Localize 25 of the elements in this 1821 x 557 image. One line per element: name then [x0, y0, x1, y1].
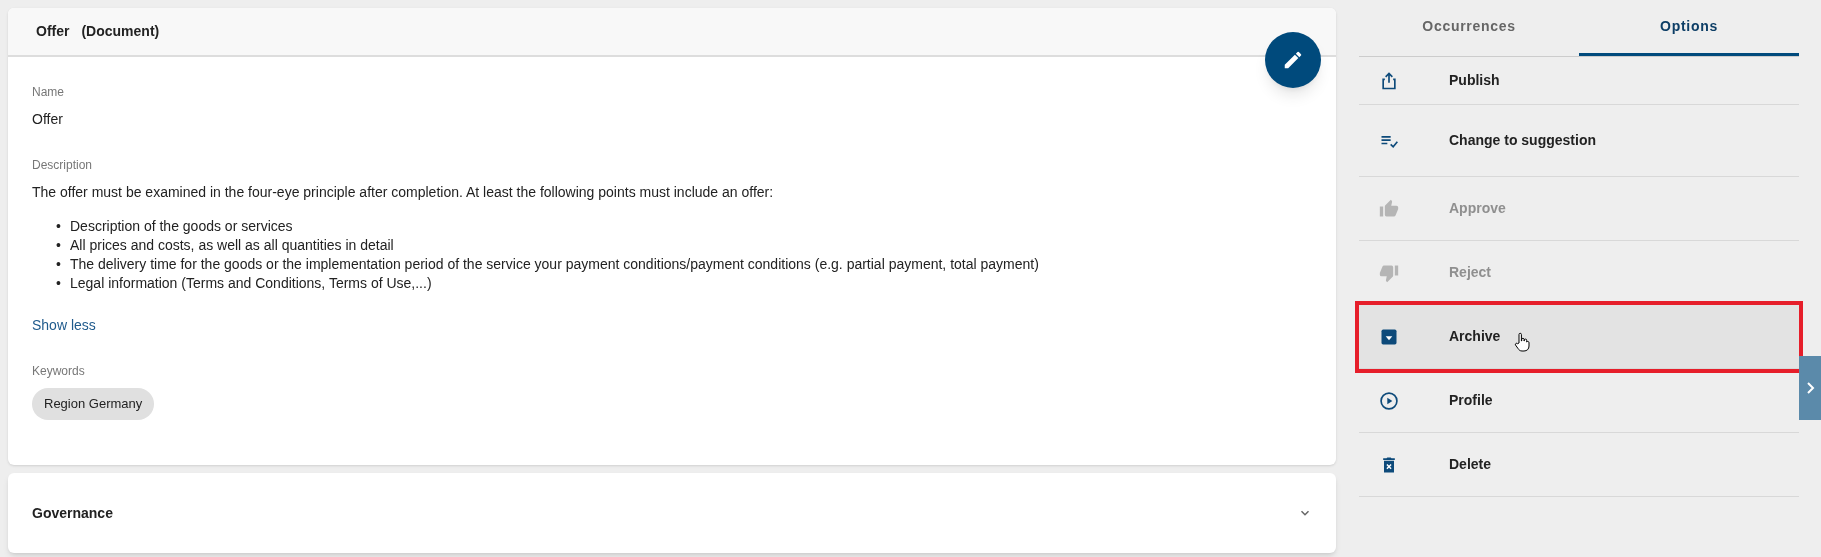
governance-title: Governance: [32, 503, 113, 523]
document-type: (Document): [81, 22, 160, 41]
option-item[interactable]: Publish: [1359, 57, 1799, 105]
bullet-marker: •: [56, 217, 62, 236]
show-less-link[interactable]: Show less: [32, 315, 96, 336]
bullet-marker: •: [56, 255, 62, 274]
field-value: Offer: [32, 110, 64, 129]
bullet-item: Description of the goods or services: [70, 217, 293, 236]
field-label: Name: [32, 84, 65, 101]
field-label: Description: [32, 157, 94, 174]
bullet-marker: •: [56, 236, 62, 255]
bullet-item: The delivery time for the goods or the implementation period of the service your payment conditions/payment conditions (e.g. partial payment, total payment): [70, 255, 1039, 274]
governance-panel[interactable]: Governance: [8, 473, 1336, 553]
field-value: The offer must be examined in the four-eye principle after completion. At least the following points must include an offer:: [32, 183, 775, 202]
field-label: Keywords: [32, 363, 86, 380]
bullet-item: All prices and costs, as well as all quantities in detail: [70, 236, 394, 255]
bullet-marker: •: [56, 274, 62, 293]
bullet-item: Legal information (Terms and Conditions, Terms of Use,...): [70, 274, 432, 293]
option-item[interactable]: Profile: [1359, 369, 1799, 433]
option-item[interactable]: Change to suggestion: [1359, 105, 1799, 177]
tab[interactable]: Options: [1579, 0, 1799, 56]
document-title: Offer: [36, 22, 70, 41]
option-item[interactable]: Delete: [1359, 433, 1799, 497]
tab[interactable]: Occurrences: [1359, 0, 1579, 56]
keyword-chip[interactable]: Region Germany: [32, 388, 155, 420]
